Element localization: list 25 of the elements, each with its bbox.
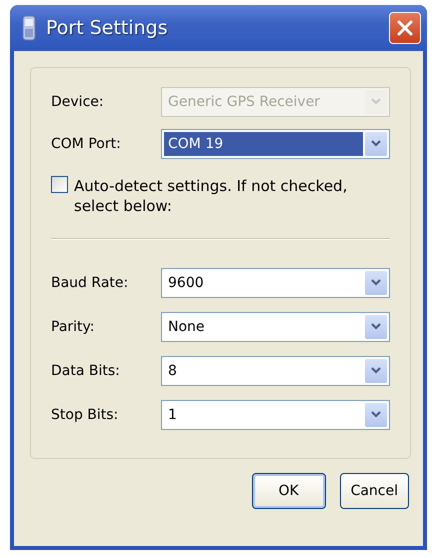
phone-icon xyxy=(22,15,36,41)
dropdown[interactable]: 9600 xyxy=(161,268,390,298)
cancel-button[interactable]: Cancel xyxy=(340,473,409,509)
field-label: COM Port: xyxy=(51,136,122,152)
window-title: Port Settings xyxy=(46,17,169,39)
field-label: Device: xyxy=(51,94,105,110)
dropdown[interactable]: None xyxy=(161,312,390,342)
field-label: Parity: xyxy=(51,319,96,335)
close-button[interactable] xyxy=(389,12,421,44)
checkbox[interactable] xyxy=(51,176,68,193)
chevron-icon xyxy=(365,359,387,383)
chevron-icon xyxy=(365,315,387,339)
chevron-icon xyxy=(365,132,387,156)
field-label: Data Bits: xyxy=(51,363,121,379)
field-label: Stop Bits: xyxy=(51,407,120,423)
chevron-icon xyxy=(365,90,387,114)
dropdown[interactable]: 1 xyxy=(161,400,390,430)
checkbox-label: Auto-detect settings. If not checked, select below: xyxy=(74,176,348,216)
close-icon xyxy=(396,19,414,37)
dropdown[interactable]: COM 19 xyxy=(161,129,390,159)
chevron-icon xyxy=(365,271,387,295)
chevron-icon xyxy=(365,403,387,427)
dropdown[interactable]: 8 xyxy=(161,356,390,386)
field-label: Baud Rate: xyxy=(51,275,130,291)
ok-button[interactable]: OK xyxy=(252,473,326,509)
